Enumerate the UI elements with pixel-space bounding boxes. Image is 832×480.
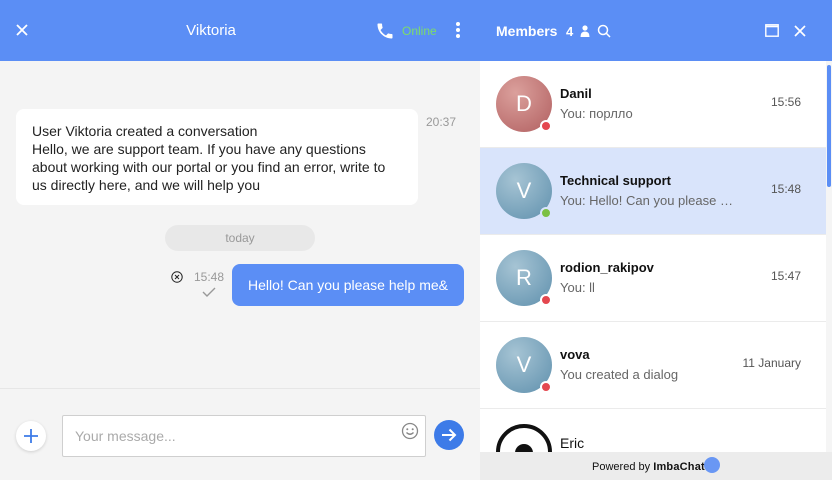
outgoing-message: Hello! Can you please help me& (232, 264, 464, 306)
day-separator: today (165, 225, 315, 251)
outgoing-time: 15:48 (194, 270, 225, 284)
avatar (496, 424, 552, 452)
message-line: Hello, we are support team. If you have … (32, 141, 366, 157)
member-item[interactable]: V vova You created a dialog 11 January (480, 322, 826, 409)
online-status: Online (402, 24, 437, 38)
emoji-icon[interactable] (401, 422, 419, 440)
member-name: Eric (560, 435, 585, 451)
member-name: Danil (560, 86, 592, 101)
members-list: D Danil You: порлло 15:56 V Technical su… (480, 61, 826, 452)
status-dot (540, 120, 552, 132)
chat-bubble-icon (703, 457, 720, 473)
member-preview: You created a dialog (560, 367, 679, 382)
user-silhouette-icon (515, 444, 533, 452)
member-preview: You: Hello! Can you please help me& (560, 193, 735, 208)
member-time: 15:47 (770, 269, 801, 283)
status-dot (540, 381, 552, 393)
composer (0, 388, 480, 480)
close-icon[interactable] (793, 24, 807, 38)
send-button[interactable] (434, 420, 464, 450)
member-time: 15:48 (770, 182, 801, 196)
scrollbar-thumb[interactable] (827, 65, 831, 187)
more-vert-icon[interactable] (455, 22, 461, 40)
check-icon (202, 287, 216, 297)
user-icon (580, 25, 590, 37)
attach-button[interactable] (16, 421, 46, 451)
maximize-icon[interactable] (765, 24, 779, 37)
status-dot (540, 294, 552, 306)
member-item[interactable]: Eric (480, 409, 826, 452)
message-line: User Viktoria created a conversation (32, 123, 258, 139)
chat-pane: Viktoria Online User Viktoria created a … (0, 0, 480, 480)
status-dot (540, 207, 552, 219)
member-time: 11 January (742, 356, 801, 370)
member-item[interactable]: V Technical support You: Hello! Can you … (480, 148, 826, 235)
member-name: vova (560, 347, 590, 362)
chat-title: Viktoria (186, 22, 236, 39)
incoming-message: User Viktoria created a conversation Hel… (16, 109, 418, 205)
member-name: Technical support (560, 173, 671, 188)
member-preview: You: ll (560, 280, 595, 295)
search-icon[interactable] (597, 24, 611, 38)
member-name: rodion_rakipov (560, 260, 654, 275)
brand-name: ImbaChat (653, 461, 705, 473)
message-line: about working with our portal or you fin… (32, 159, 386, 175)
member-preview: You: порлло (560, 106, 633, 121)
phone-icon[interactable] (375, 21, 395, 41)
member-time: 15:56 (770, 95, 801, 109)
powered-by-footer[interactable]: Powered by ImbaChat (480, 452, 832, 480)
send-arrow-icon (442, 428, 457, 442)
members-count: 4 (566, 24, 574, 39)
chat-header: Viktoria Online (0, 0, 480, 61)
member-item[interactable]: R rodion_rakipov You: ll 15:47 (480, 235, 826, 322)
powered-by-text: Powered by (592, 461, 651, 473)
cancel-icon[interactable] (171, 271, 183, 283)
scrollbar[interactable] (826, 61, 832, 452)
message-line: us directly here, and we will help you (32, 177, 261, 193)
message-input[interactable] (62, 415, 426, 457)
members-pane: Members 4 D Danil You: порлло 15:56 V Te… (480, 0, 832, 480)
member-item[interactable]: D Danil You: порлло 15:56 (480, 61, 826, 148)
message-time: 20:37 (426, 115, 457, 129)
plus-icon (24, 429, 38, 443)
members-title: Members (496, 23, 558, 39)
members-header: Members 4 (480, 0, 832, 61)
